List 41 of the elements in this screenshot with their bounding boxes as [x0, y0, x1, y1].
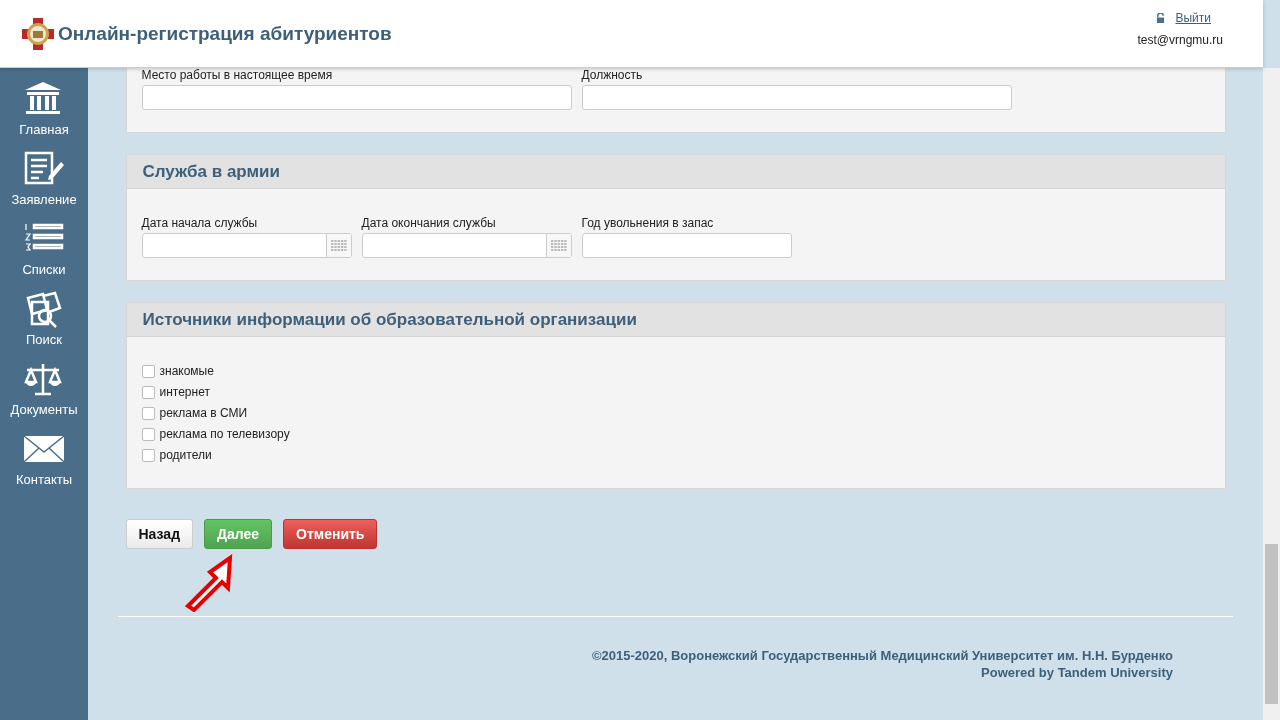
copyright-text: ©2015-2020, Воронежский Государственный Медицинский Университет им. Н.Н. Бурденко: [592, 648, 1173, 663]
field-label: Должность: [581, 68, 644, 82]
field-label: Год увольнения в запас: [581, 216, 715, 230]
checkbox[interactable]: [141, 406, 155, 420]
logout-link[interactable]: Выйти: [1175, 11, 1211, 25]
text-field[interactable]: [141, 85, 572, 110]
calendar-icon[interactable]: [545, 234, 571, 257]
scrollbar[interactable]: [1263, 68, 1280, 720]
field-label: Дата окончания службы: [361, 216, 497, 230]
checkbox[interactable]: [141, 364, 155, 378]
nav-item[interactable]: Поиск: [22, 290, 66, 360]
text-field[interactable]: [581, 233, 792, 258]
date-field[interactable]: [361, 233, 572, 258]
checkbox-label: знакомые: [159, 364, 214, 378]
checkbox[interactable]: [141, 385, 155, 399]
checkbox[interactable]: [141, 427, 155, 441]
back-button[interactable]: Назад: [125, 519, 193, 549]
scrollbar-thumb[interactable]: [1265, 544, 1278, 704]
nav-item[interactable]: Главная: [19, 80, 69, 150]
text-field[interactable]: [581, 85, 1012, 110]
panel-title: Источники информации об образовательной организации: [142, 309, 637, 330]
nav-item[interactable]: Списки: [22, 220, 66, 290]
nav-item[interactable]: Контакты: [15, 430, 73, 500]
nav-item[interactable]: Заявление: [11, 150, 77, 220]
nav-item[interactable]: Документы: [10, 360, 78, 430]
checkbox-label: реклама в СМИ: [159, 406, 248, 420]
checkbox-label: интернет: [159, 385, 210, 399]
lock-icon: [1156, 13, 1166, 23]
checkbox[interactable]: [141, 448, 155, 462]
field-label: Дата начала службы: [141, 216, 259, 230]
university-logo-icon: [21, 16, 55, 51]
cancel-button[interactable]: Отменить: [283, 519, 378, 549]
site-title: Онлайн-регистрация абитуриентов: [58, 22, 393, 45]
field-label: Место работы в настоящее время: [141, 68, 334, 82]
date-field[interactable]: [141, 233, 352, 258]
user-email: test@vrngmu.ru: [1137, 33, 1223, 47]
checkbox-label: реклама по телевизору: [159, 427, 290, 441]
checkbox-label: родители: [159, 448, 212, 462]
powered-by-text: Powered by Tandem University: [981, 665, 1173, 680]
calendar-icon[interactable]: [325, 234, 351, 257]
panel-title: Служба в армии: [142, 161, 280, 182]
